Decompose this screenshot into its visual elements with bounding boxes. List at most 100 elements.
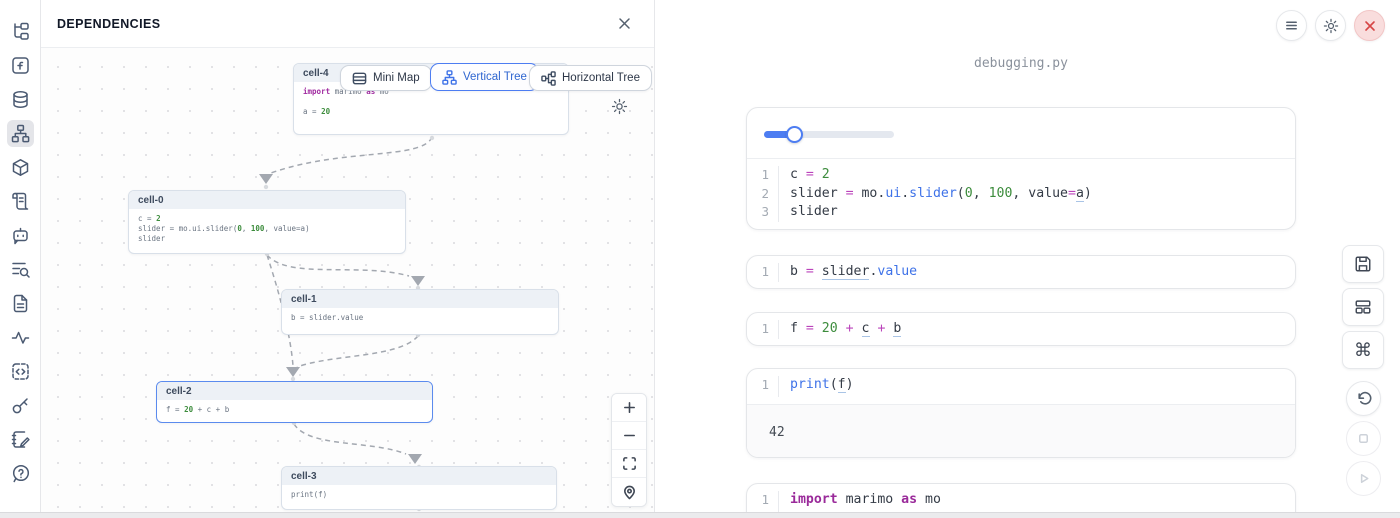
graph-settings-button[interactable]: [609, 96, 630, 117]
node-code: print(f): [282, 485, 556, 505]
stop-icon: [1356, 431, 1371, 446]
sidebar-item-file-tree[interactable]: [7, 18, 34, 45]
undo-button[interactable]: [1346, 381, 1381, 416]
line-numbers: 1: [747, 263, 778, 282]
dependency-graph-canvas[interactable]: cell-4 import marimo as mo a = 20 cell-0…: [41, 48, 654, 512]
line-numbers: 1: [747, 320, 778, 339]
notebook-filename[interactable]: debugging.py: [746, 56, 1296, 71]
sidebar-item-tracing[interactable]: [7, 324, 34, 351]
code-line: c = 2: [790, 166, 1295, 185]
sidebar-item-packages[interactable]: [7, 154, 34, 181]
code-line: import marimo as mo: [790, 491, 1295, 510]
help-question-icon: [11, 464, 30, 483]
node-title: cell-2: [157, 382, 432, 400]
line-numbers: 1 2 3: [747, 166, 778, 222]
sidebar-item-datasources[interactable]: [7, 86, 34, 113]
code-editor[interactable]: 1 2 3 c = 2 slider = mo.ui.slider(0, 100…: [747, 159, 1295, 229]
node-code: c = 2 slider = mo.ui.slider(0, 100, valu…: [129, 209, 405, 249]
graph-node-cell-0[interactable]: cell-0 c = 2 slider = mo.ui.slider(0, 10…: [128, 190, 406, 254]
layout-panels-icon: [1354, 298, 1372, 316]
code-line: slider: [790, 203, 1295, 222]
horizontal-tree-button[interactable]: Horizontal Tree: [529, 65, 652, 91]
command-icon: ⌘: [1354, 340, 1372, 361]
sidebar-item-search-logs[interactable]: [7, 256, 34, 283]
database-icon: [11, 90, 30, 109]
sidebar-item-functions[interactable]: [7, 52, 34, 79]
graph-node-cell-2[interactable]: cell-2 f = 20 + c + b: [156, 381, 433, 423]
center-view-button[interactable]: [612, 478, 646, 506]
sidebar-item-notebook-edit[interactable]: [7, 426, 34, 453]
menu-icon: [1284, 18, 1299, 33]
notebook-cell: 1 f = 20 + c + b: [746, 312, 1296, 346]
sidebar: [0, 0, 41, 512]
node-code: b = slider.value: [282, 308, 558, 328]
undo-icon: [1356, 391, 1372, 407]
slider-output: [747, 108, 1295, 159]
slider-track[interactable]: [764, 131, 894, 138]
play-icon: [1356, 471, 1371, 486]
notebook-settings-button[interactable]: [1315, 10, 1346, 41]
sidebar-item-help[interactable]: [7, 460, 34, 487]
code-line: print(f): [790, 376, 1295, 395]
dependencies-panel: DEPENDENCIES: [41, 0, 655, 512]
layout-button[interactable]: [1342, 288, 1384, 326]
package-box-icon: [11, 158, 30, 177]
keyboard-shortcuts-button[interactable]: ⌘: [1342, 331, 1384, 369]
notebook-cell: 1 b = slider.value: [746, 255, 1296, 289]
vertical-tree-icon: [442, 70, 457, 85]
document-icon: [11, 294, 30, 313]
minus-icon: [622, 428, 637, 443]
text-search-icon: [11, 260, 30, 279]
app: DEPENDENCIES: [0, 0, 1400, 518]
sidebar-item-secrets[interactable]: [7, 392, 34, 419]
zoom-out-button[interactable]: [612, 422, 646, 450]
stop-button[interactable]: [1346, 421, 1381, 456]
shutdown-button[interactable]: [1354, 10, 1385, 41]
run-button[interactable]: [1346, 461, 1381, 496]
sidebar-item-dependencies[interactable]: [7, 120, 34, 147]
node-code: f = 20 + c + b: [157, 400, 432, 420]
save-button[interactable]: [1342, 245, 1384, 283]
code-editor[interactable]: 1 b = slider.value: [747, 256, 1295, 282]
notebook-pen-icon: [11, 430, 30, 449]
code-editor[interactable]: 1 f = 20 + c + b: [747, 313, 1295, 339]
close-icon: [1363, 19, 1377, 33]
fit-view-button[interactable]: [612, 450, 646, 478]
sidebar-item-snippets[interactable]: [7, 290, 34, 317]
bottom-strip: [0, 512, 1400, 518]
rows-icon: [352, 71, 367, 86]
activity-pulse-icon: [11, 328, 30, 347]
vertical-tree-button[interactable]: Vertical Tree: [430, 63, 539, 91]
slider-thumb[interactable]: [786, 126, 803, 143]
notebook-menu-button[interactable]: [1276, 10, 1307, 41]
notebook-cell: 1 print(f) 42: [746, 368, 1296, 458]
file-tree-icon: [11, 22, 30, 41]
graph-node-cell-3[interactable]: cell-3 print(f): [281, 466, 557, 510]
sidebar-item-logs[interactable]: [7, 188, 34, 215]
dependency-graph-icon: [11, 124, 30, 143]
chat-bot-icon: [11, 226, 30, 245]
node-title: cell-1: [282, 290, 558, 308]
scroll-icon: [11, 192, 30, 211]
plus-icon: [622, 400, 637, 415]
close-panel-button[interactable]: [615, 14, 634, 33]
code-editor[interactable]: 1 print(f): [747, 369, 1295, 404]
graph-zoom-controls: [611, 393, 647, 507]
panel-title: DEPENDENCIES: [57, 17, 160, 31]
graph-node-cell-1[interactable]: cell-1 b = slider.value: [281, 289, 559, 335]
zoom-in-button[interactable]: [612, 394, 646, 422]
mini-map-button[interactable]: Mini Map: [340, 65, 432, 91]
code-line: slider = mo.ui.slider(0, 100, value=a): [790, 185, 1295, 204]
line-numbers: 1: [747, 376, 778, 397]
horizontal-tree-icon: [541, 71, 556, 86]
notebook-cell: 1 2 3 c = 2 slider = mo.ui.slider(0, 100…: [746, 107, 1296, 230]
sidebar-item-ai-chat[interactable]: [7, 222, 34, 249]
code-line: f = 20 + c + b: [790, 320, 1295, 339]
cell-output: 42: [747, 404, 1295, 458]
map-pin-icon: [622, 485, 637, 500]
gear-icon: [1323, 18, 1339, 34]
sidebar-item-scratchpad[interactable]: [7, 358, 34, 385]
save-icon: [1354, 255, 1372, 273]
notebook-panel: debugging.py 1 2 3 c = 2 slider = mo.ui.…: [656, 0, 1400, 512]
function-square-icon: [11, 56, 30, 75]
